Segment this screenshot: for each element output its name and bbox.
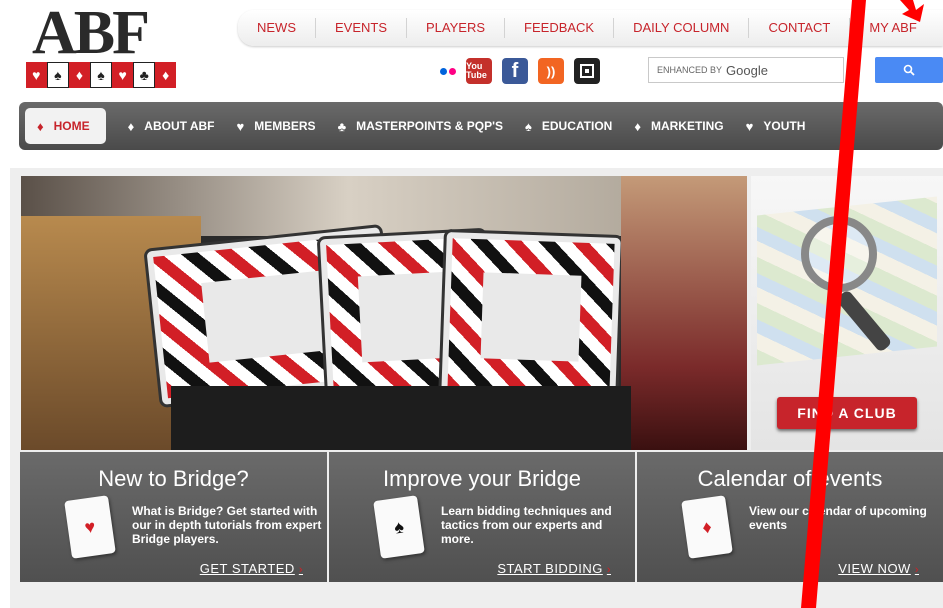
diamond-card-icon: ♦ bbox=[681, 495, 733, 559]
youtube-icon[interactable]: You Tube bbox=[466, 58, 492, 84]
abf-logo[interactable]: ABF ♥ ♠ ♦ ♠ ♥ ♣ ♦ bbox=[26, 2, 177, 88]
search-button[interactable] bbox=[875, 57, 943, 83]
topnav-feedback-link[interactable]: FEEDBACK bbox=[505, 18, 615, 38]
spade-icon: ♠ bbox=[524, 118, 532, 134]
panel-title: New to Bridge? bbox=[98, 466, 249, 491]
chevron-right-icon: › bbox=[914, 564, 919, 576]
mainnav-label: MASTERPOINTS & PQP'S bbox=[356, 119, 503, 133]
player-photo bbox=[621, 176, 747, 450]
logo-text: ABF bbox=[32, 0, 150, 67]
rss-icon[interactable]: )) bbox=[538, 58, 564, 84]
logo-suit-icon: ♦ bbox=[69, 62, 90, 88]
share-icon[interactable] bbox=[574, 58, 600, 84]
topnav-news-link[interactable]: NEWS bbox=[238, 18, 316, 38]
mainnav-label: ABOUT ABF bbox=[144, 119, 215, 133]
card-table bbox=[171, 386, 631, 450]
hero-image[interactable] bbox=[21, 176, 747, 450]
panel-text: Learn bidding techniques and tactics fro… bbox=[441, 504, 612, 546]
view-now-link[interactable]: VIEW NOW › bbox=[838, 561, 919, 576]
mainnav-label: EDUCATION bbox=[541, 119, 613, 133]
mainnav-home[interactable]: ♦ HOME bbox=[25, 108, 106, 144]
panel-title: Calendar of events bbox=[697, 466, 883, 491]
club-icon: ♣ bbox=[337, 118, 347, 134]
logo-suit-icon: ♣ bbox=[132, 62, 156, 88]
get-started-link[interactable]: GET STARTED › bbox=[200, 561, 303, 576]
search-icon bbox=[903, 64, 915, 76]
start-bidding-link[interactable]: START BIDDING › bbox=[497, 561, 611, 576]
search-placeholder-brand: Google bbox=[726, 62, 768, 78]
panel-new-to-bridge: New to Bridge? ♥ What is Bridge? Get sta… bbox=[20, 452, 327, 582]
mainnav-about-abf[interactable]: ♦ ABOUT ABF bbox=[128, 119, 215, 134]
logo-suit-strip: ♥ ♠ ♦ ♠ ♥ ♣ ♦ bbox=[26, 62, 177, 88]
mainnav-marketing[interactable]: ♦ MARKETING bbox=[634, 119, 723, 134]
diamond-icon: ♦ bbox=[37, 118, 44, 134]
diamond-icon: ♦ bbox=[127, 118, 135, 134]
heart-icon: ♥ bbox=[236, 118, 245, 134]
panel-text: What is Bridge? Get started with our in … bbox=[132, 504, 322, 546]
mainnav-education[interactable]: ♠ EDUCATION bbox=[525, 119, 612, 134]
mainnav-label: MEMBERS bbox=[254, 119, 316, 133]
mainnav-masterpoints[interactable]: ♣ MASTERPOINTS & PQP'S bbox=[338, 119, 503, 134]
topnav-my-abf-link[interactable]: MY ABF bbox=[850, 18, 935, 38]
panel-calendar: Calendar of events ♦ View our calendar o… bbox=[637, 452, 943, 582]
logo-suit-icon: ♥ bbox=[112, 62, 133, 88]
mainnav-label: YOUTH bbox=[763, 119, 806, 133]
mainnav-members[interactable]: ♥ MEMBERS bbox=[237, 119, 316, 134]
main-nav: ♦ HOME ♦ ABOUT ABF ♥ MEMBERS ♣ MASTERPOINTS … bbox=[19, 102, 943, 150]
logo-suit-icon: ♦ bbox=[155, 62, 177, 88]
mainnav-label: MARKETING bbox=[650, 119, 724, 133]
logo-suit-icon: ♠ bbox=[89, 62, 113, 88]
spade-card-icon: ♠ bbox=[373, 495, 425, 559]
chevron-right-icon: › bbox=[606, 564, 611, 576]
search-placeholder-prefix: ENHANCED BY bbox=[657, 65, 723, 75]
flickr-icon[interactable] bbox=[440, 67, 456, 75]
panel-text: View our calendar of upcoming events bbox=[749, 504, 927, 532]
top-nav: NEWS EVENTS PLAYERS FEEDBACK DAILY COLUM… bbox=[238, 10, 943, 46]
logo-suit-icon: ♠ bbox=[46, 62, 70, 88]
panel-title: Improve your Bridge bbox=[382, 466, 582, 491]
mainnav-youth[interactable]: ♥ YOUTH bbox=[746, 119, 806, 134]
facebook-icon[interactable]: f bbox=[502, 58, 528, 84]
rss-label: )) bbox=[546, 63, 556, 79]
topnav-daily-column-link[interactable]: DAILY COLUMN bbox=[614, 18, 750, 38]
mainnav-label: HOME bbox=[53, 119, 90, 133]
topnav-events-link[interactable]: EVENTS bbox=[316, 18, 408, 38]
topnav-contact-link[interactable]: CONTACT bbox=[749, 18, 851, 38]
search-input[interactable]: ENHANCED BY Google bbox=[648, 57, 844, 83]
facebook-label: f bbox=[511, 59, 519, 82]
heart-icon: ♥ bbox=[745, 118, 754, 134]
logo-suit-icon: ♥ bbox=[26, 62, 47, 88]
diamond-icon: ♦ bbox=[634, 118, 641, 134]
topnav-players-link[interactable]: PLAYERS bbox=[407, 18, 506, 38]
magnifier-icon bbox=[801, 216, 877, 292]
find-a-club-button[interactable]: FIND A CLUB bbox=[777, 397, 917, 429]
panel-improve-bridge: Improve your Bridge ♠ Learn bidding tech… bbox=[329, 452, 635, 582]
social-links: You Tube f )) bbox=[440, 58, 600, 84]
chevron-right-icon: › bbox=[298, 564, 303, 576]
youtube-label: You Tube bbox=[466, 61, 487, 80]
heart-card-icon: ♥ bbox=[64, 495, 116, 559]
